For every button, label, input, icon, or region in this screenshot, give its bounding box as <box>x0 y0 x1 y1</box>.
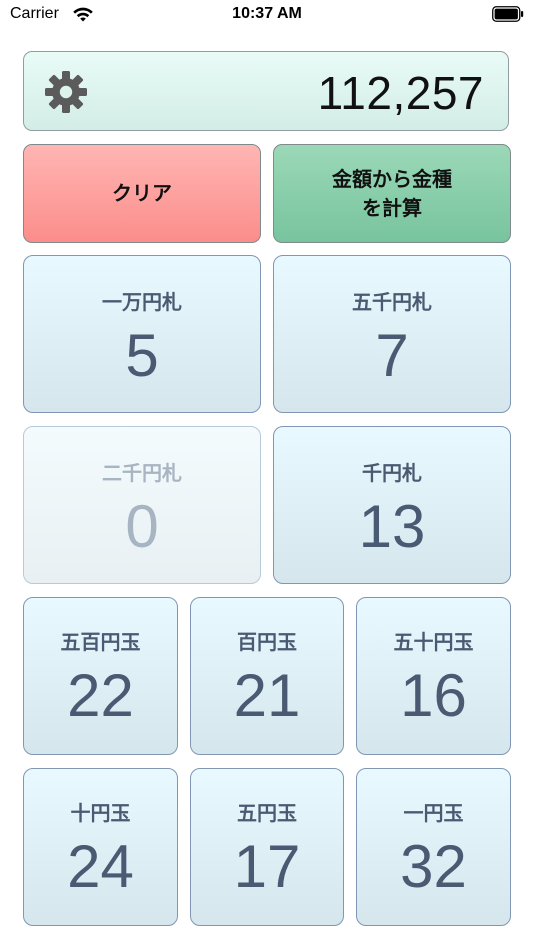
denomination-tile-10000-yen-bill[interactable]: 一万円札 5 <box>23 255 261 413</box>
total-amount: 112,257 <box>317 67 484 119</box>
denomination-tile-100-yen-coin[interactable]: 百円玉 21 <box>190 597 344 755</box>
denomination-count: 16 <box>400 662 467 729</box>
denomination-count: 13 <box>358 493 426 560</box>
denomination-label: 千円札 <box>362 461 422 485</box>
calculate-from-amount-button[interactable]: 金額から金種 を計算 <box>273 144 511 243</box>
calculate-button-label: 金額から金種 を計算 <box>332 166 452 220</box>
denomination-label: 一万円札 <box>102 290 182 314</box>
denomination-count: 24 <box>67 833 134 900</box>
clear-button[interactable]: クリア <box>23 144 261 243</box>
denomination-tile-5-yen-coin[interactable]: 五円玉 17 <box>190 768 344 926</box>
denomination-tile-10-yen-coin[interactable]: 十円玉 24 <box>23 768 178 926</box>
denomination-tile-50-yen-coin[interactable]: 五十円玉 16 <box>356 597 511 755</box>
denomination-count: 0 <box>125 493 159 560</box>
denomination-tile-1-yen-coin[interactable]: 一円玉 32 <box>356 768 511 926</box>
denomination-count: 5 <box>125 322 159 389</box>
denomination-tile-500-yen-coin[interactable]: 五百円玉 22 <box>23 597 178 755</box>
denomination-tile-5000-yen-bill[interactable]: 五千円札 7 <box>273 255 511 413</box>
denomination-label: 二千円札 <box>102 461 182 485</box>
status-bar: Carrier 10:37 AM <box>0 0 534 30</box>
total-panel: 112,257 <box>23 51 509 131</box>
denomination-count: 22 <box>67 662 134 729</box>
clear-button-label: クリア <box>112 181 172 205</box>
denomination-count: 17 <box>233 833 301 900</box>
denomination-label: 五十円玉 <box>393 630 474 654</box>
denomination-label: 五千円札 <box>352 290 432 314</box>
denomination-label: 五円玉 <box>237 801 297 825</box>
denomination-count: 32 <box>400 833 467 900</box>
denomination-tile-2000-yen-bill[interactable]: 二千円札 0 <box>23 426 261 584</box>
denomination-tile-1000-yen-bill[interactable]: 千円札 13 <box>273 426 511 584</box>
denomination-label: 一円玉 <box>403 801 464 825</box>
denomination-label: 百円玉 <box>237 630 297 654</box>
battery-icon <box>492 6 524 22</box>
status-time: 10:37 AM <box>232 5 302 22</box>
denomination-label: 十円玉 <box>70 801 131 825</box>
gear-icon[interactable] <box>44 70 88 114</box>
denomination-count: 21 <box>233 662 301 729</box>
denomination-label: 五百円玉 <box>60 630 141 654</box>
denomination-count: 7 <box>375 322 409 389</box>
